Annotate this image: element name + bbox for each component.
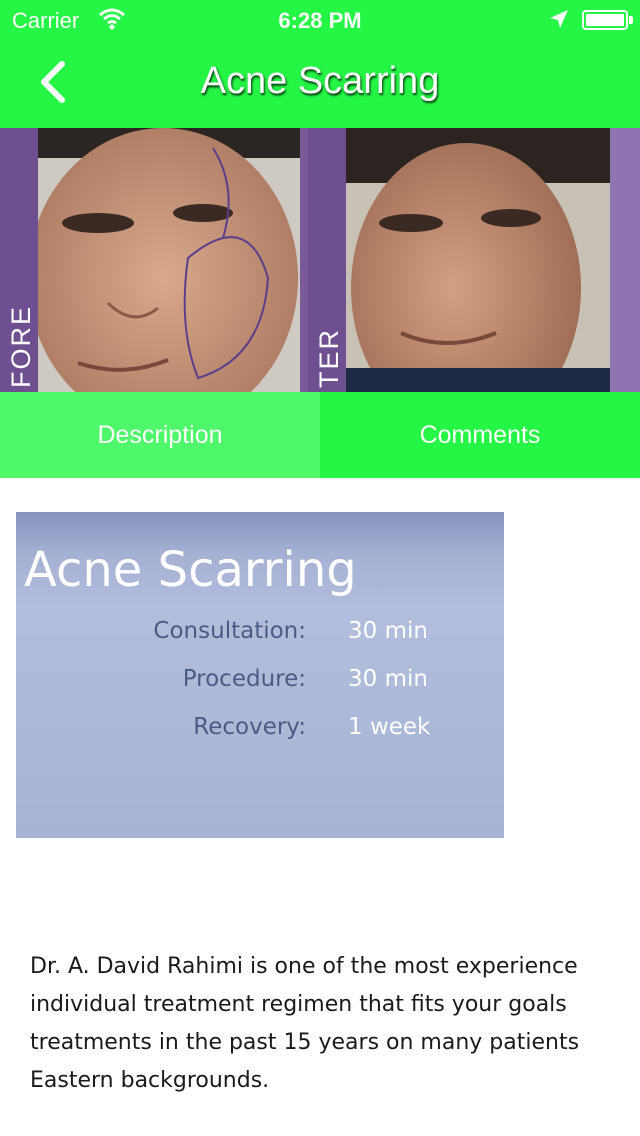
after-panel: TER bbox=[308, 128, 610, 392]
page-title: Acne Scarring bbox=[200, 60, 440, 102]
before-strip: FORE bbox=[0, 128, 38, 392]
info-row-recovery: Recovery: 1 week bbox=[16, 714, 504, 750]
after-label: TER bbox=[314, 328, 344, 388]
status-time: 6:28 PM bbox=[278, 8, 362, 33]
description-line: Eastern backgrounds. bbox=[30, 1068, 270, 1093]
info-value: 1 week bbox=[348, 714, 431, 740]
after-strip: TER bbox=[308, 128, 346, 392]
info-label: Consultation: bbox=[153, 618, 306, 644]
before-photo bbox=[38, 128, 300, 392]
battery-icon bbox=[582, 10, 628, 30]
tab-description[interactable]: Description bbox=[0, 392, 320, 478]
before-after-image: FORE TER bbox=[0, 128, 640, 392]
location-arrow-icon bbox=[550, 10, 568, 28]
info-value: 30 min bbox=[348, 666, 428, 692]
nav-header: Carrier 6:28 PM Acne Scarring bbox=[0, 0, 640, 128]
before-label: FORE bbox=[6, 304, 36, 388]
description-text: Dr. A. David Rahimi is one of the most e… bbox=[30, 948, 640, 1108]
before-panel: FORE bbox=[0, 128, 300, 392]
tab-comments[interactable]: Comments bbox=[320, 392, 640, 478]
card-title: Acne Scarring bbox=[24, 542, 357, 598]
hero-edge bbox=[610, 128, 640, 392]
procedure-info-image: Acne Scarring Consultation: 30 min Proce… bbox=[16, 512, 504, 838]
info-label: Procedure: bbox=[182, 666, 306, 692]
tab-bar: Description Comments bbox=[0, 392, 640, 478]
after-photo bbox=[346, 128, 610, 392]
battery-tip bbox=[629, 16, 633, 24]
info-value: 30 min bbox=[348, 618, 428, 644]
info-row-consultation: Consultation: 30 min bbox=[16, 618, 504, 654]
description-line: treatments in the past 15 years on many … bbox=[30, 1030, 580, 1055]
info-row-procedure: Procedure: 30 min bbox=[16, 666, 504, 702]
info-label: Recovery: bbox=[193, 714, 306, 740]
status-bar: Carrier 6:28 PM bbox=[0, 0, 640, 40]
description-line: individual treatment regimen that fits y… bbox=[30, 992, 567, 1017]
description-line: Dr. A. David Rahimi is one of the most e… bbox=[30, 954, 578, 979]
